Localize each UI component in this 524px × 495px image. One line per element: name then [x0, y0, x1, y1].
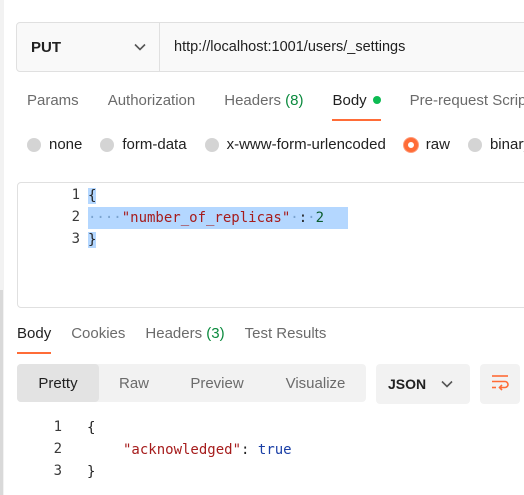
- view-preview-button[interactable]: Preview: [169, 364, 265, 402]
- view-visualize-button[interactable]: Visualize: [265, 364, 366, 402]
- radio-icon: [27, 137, 41, 152]
- request-tabs: Params Authorization Headers (8) Body Pr…: [27, 92, 524, 121]
- tab-label: Body: [17, 325, 52, 342]
- tab-label: Headers: [224, 92, 281, 109]
- line-number: 3: [71, 231, 80, 247]
- code-line: ···· "number_of_replicas" ·: · 2: [88, 207, 348, 229]
- open-brace: {: [88, 188, 97, 204]
- code-line: {: [87, 417, 95, 439]
- radio-label: raw: [425, 136, 450, 153]
- radio-form-data[interactable]: form-data: [100, 136, 187, 153]
- open-brace: {: [87, 420, 96, 436]
- tab-authorization[interactable]: Authorization: [108, 92, 196, 121]
- radio-urlencoded[interactable]: x-www-form-urlencoded: [204, 136, 386, 153]
- tab-label: Cookies: [71, 325, 126, 342]
- close-brace: }: [88, 232, 97, 248]
- tab-body[interactable]: Body: [332, 92, 381, 121]
- url-input[interactable]: http://localhost:1001/users/_settings: [160, 23, 524, 71]
- body-type-radios: none form-data x-www-form-urlencoded raw…: [27, 136, 524, 153]
- radio-binary[interactable]: binary: [467, 136, 524, 153]
- view-pretty-button[interactable]: Pretty: [17, 364, 99, 402]
- radio-label: form-data: [122, 136, 187, 153]
- json-key: "acknowledged": [123, 442, 242, 458]
- format-select[interactable]: JSON: [376, 364, 470, 404]
- tab-cookies[interactable]: Cookies: [71, 325, 125, 354]
- whitespace: ·: [307, 210, 316, 226]
- wrap-lines-icon: [490, 373, 510, 396]
- tab-headers[interactable]: Headers (8): [224, 92, 303, 121]
- view-raw-button[interactable]: Raw: [99, 364, 169, 402]
- radio-raw[interactable]: raw: [403, 136, 450, 153]
- radio-none[interactable]: none: [27, 136, 82, 153]
- format-label: JSON: [388, 376, 427, 392]
- tab-label: Headers: [145, 325, 203, 342]
- tab-label: Params: [27, 92, 79, 109]
- request-body-editor[interactable]: 1 2 3 { ···· "number_of_replicas" ·: · 2 }: [17, 182, 524, 308]
- response-tabs: Body Cookies Headers (3) Test Results: [17, 325, 346, 354]
- radio-icon: [467, 137, 482, 152]
- code-line: {: [88, 185, 97, 207]
- chevron-down-icon: [133, 40, 147, 54]
- radio-icon: [100, 137, 115, 152]
- close-brace: }: [87, 464, 96, 480]
- json-colon: :: [298, 210, 308, 226]
- sidebar-resize-handle[interactable]: [0, 290, 3, 495]
- code-line: }: [88, 229, 97, 251]
- tab-pre-request-script[interactable]: Pre-request Script: [410, 92, 524, 121]
- tab-test-results[interactable]: Test Results: [245, 325, 327, 354]
- method-label: PUT: [31, 38, 61, 56]
- method-select[interactable]: PUT: [17, 23, 160, 71]
- status-dot-icon: [372, 96, 381, 105]
- radio-icon: [204, 137, 219, 152]
- radio-selected-icon: [403, 137, 418, 152]
- indent-whitespace: ····: [88, 210, 122, 226]
- json-colon: :: [241, 442, 250, 458]
- tab-label: Pre-request Script: [409, 92, 524, 109]
- code-line: }: [87, 461, 95, 483]
- wrap-lines-button[interactable]: [480, 364, 520, 404]
- whitespace: ·: [290, 210, 299, 226]
- json-value: 2: [315, 210, 325, 226]
- radio-label: binary: [489, 136, 524, 153]
- line-number: 3: [53, 463, 62, 479]
- tab-response-headers[interactable]: Headers (3): [145, 325, 224, 354]
- radio-label: x-www-form-urlencoded: [226, 136, 386, 153]
- line-number: 1: [71, 187, 80, 203]
- json-key: "number_of_replicas": [121, 210, 291, 226]
- url-bar: PUT http://localhost:1001/users/_setting…: [16, 22, 524, 72]
- headers-count: (3): [206, 325, 225, 342]
- tab-label: Body: [332, 92, 367, 109]
- code-line: "acknowledged": true: [123, 439, 292, 461]
- headers-count: (8): [285, 92, 304, 109]
- tab-label: Authorization: [107, 92, 196, 109]
- chevron-down-icon: [440, 377, 454, 391]
- radio-label: none: [49, 136, 83, 153]
- line-number: 1: [53, 419, 62, 435]
- tab-params[interactable]: Params: [27, 92, 79, 121]
- json-value: true: [257, 442, 292, 458]
- line-number: 2: [71, 209, 80, 225]
- tab-response-body[interactable]: Body: [17, 325, 52, 354]
- tab-label: Test Results: [244, 325, 327, 342]
- line-number: 2: [53, 441, 62, 457]
- response-view-toggle: Pretty Raw Preview Visualize: [17, 364, 366, 402]
